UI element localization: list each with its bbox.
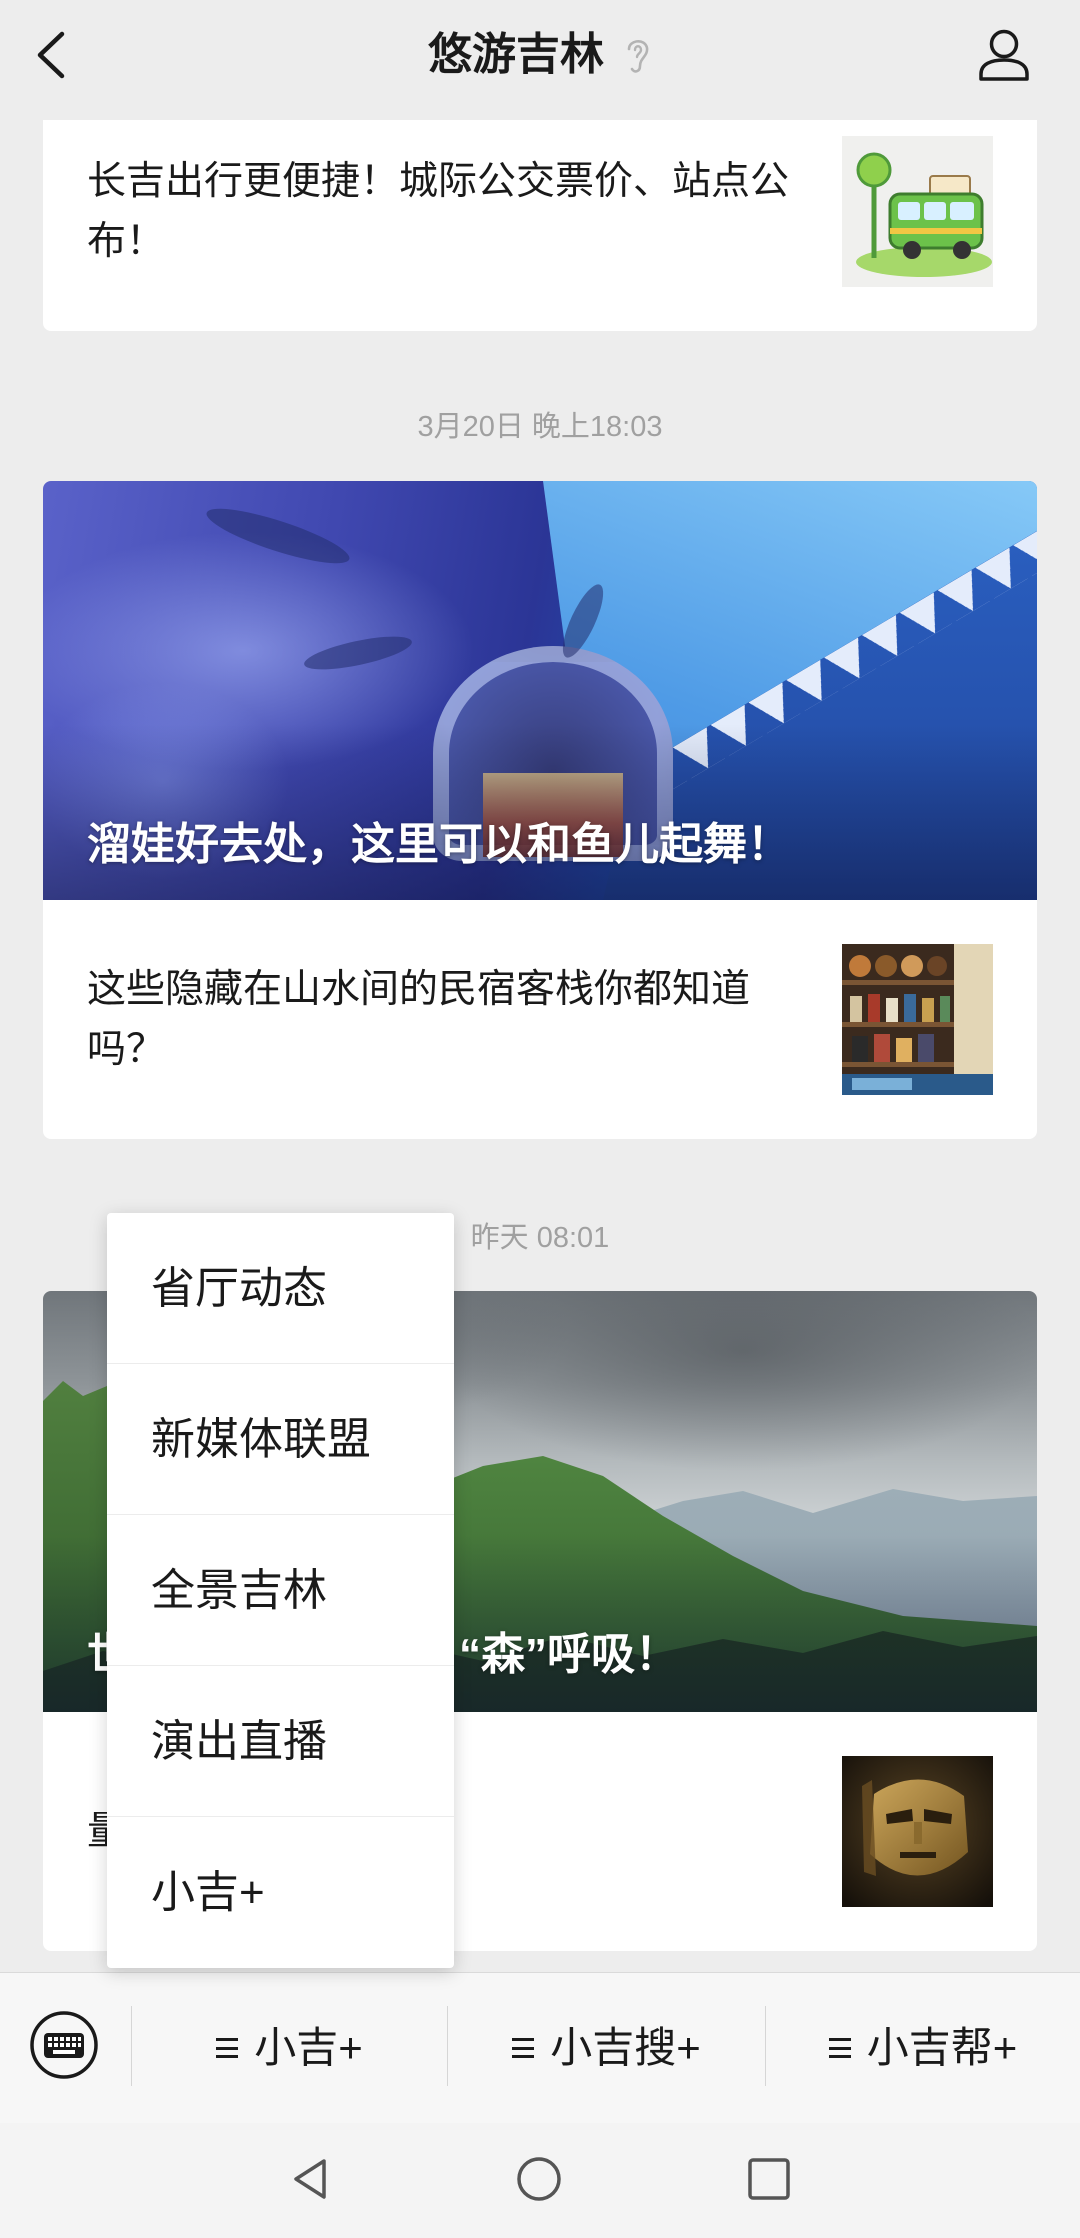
profile-button[interactable] bbox=[976, 27, 1032, 83]
menu-item-label: 小吉搜+ bbox=[550, 2024, 701, 2071]
cover-title: 溜娃好去处，这里可以和鱼儿起舞！ bbox=[87, 820, 791, 869]
submenu-item[interactable]: 新媒体联盟 bbox=[107, 1364, 454, 1515]
menu-item-xiaoji-help[interactable]: 小吉帮+ bbox=[766, 1973, 1080, 2123]
triangle-back-icon bbox=[294, 2159, 326, 2199]
square-recents-icon bbox=[748, 2158, 790, 2200]
submenu-item[interactable]: 小吉+ bbox=[107, 1817, 454, 1968]
bus-illustration bbox=[842, 136, 993, 287]
article-title: 长吉出行更便捷！城际公交票价、站点公布！ bbox=[87, 159, 790, 263]
menu-lines-icon bbox=[216, 2038, 239, 2058]
article-row[interactable]: 长吉出行更便捷！城际公交票价、站点公布！ bbox=[43, 92, 1037, 331]
cover-title-end: “森”呼吸！ bbox=[459, 1630, 679, 1679]
cover-article[interactable]: 溜娃好去处，这里可以和鱼儿起舞！ bbox=[43, 481, 1037, 900]
system-home-button[interactable] bbox=[516, 2156, 562, 2202]
message-timestamp: 3月20日 晚上18:03 bbox=[417, 411, 663, 443]
menu-lines-icon bbox=[828, 2038, 851, 2058]
menu-item-xiaoji-search[interactable]: 小吉搜+ bbox=[448, 1973, 765, 2123]
system-recents-button[interactable] bbox=[746, 2156, 792, 2202]
article-row[interactable]: 这些隐藏在山水间的民宿客栈你都知道吗？ bbox=[43, 900, 1037, 1139]
submenu-popup: 省厅动态 新媒体联盟 全景吉林 演出直播 小吉+ bbox=[107, 1213, 454, 1968]
circle-home-icon bbox=[517, 2157, 561, 2201]
menu-item-label: 小吉帮+ bbox=[866, 2024, 1018, 2071]
article-title: 这些隐藏在山水间的民宿客栈你都知道吗？ bbox=[87, 967, 751, 1071]
menu-item-label: 小吉+ bbox=[254, 2024, 363, 2071]
article-thumbnail bbox=[842, 1756, 993, 1907]
account-menu-bar: 小吉+ 小吉搜+ 小吉帮+ bbox=[0, 1972, 1080, 2123]
submenu-item[interactable]: 演出直播 bbox=[107, 1666, 454, 1817]
shop-shelves-picture bbox=[842, 944, 993, 1095]
menu-item-xiaoji[interactable]: 小吉+ bbox=[132, 1973, 447, 2123]
article-thumbnail bbox=[842, 136, 993, 287]
article-thumbnail bbox=[842, 944, 993, 1095]
article-card[interactable]: 长吉出行更便捷！城际公交票价、站点公布！ bbox=[43, 92, 1037, 331]
ear-icon bbox=[627, 40, 649, 73]
submenu-item[interactable]: 全景吉林 bbox=[107, 1515, 454, 1666]
page-title: 悠游吉林 bbox=[428, 30, 604, 79]
bronze-mask-picture bbox=[842, 1756, 993, 1907]
keyboard-toggle-button[interactable] bbox=[29, 2010, 99, 2080]
article-card[interactable]: 溜娃好去处，这里可以和鱼儿起舞！ 这些隐藏在山水间的民宿客栈你都知道吗？ bbox=[43, 481, 1037, 1139]
top-nav-bar: 悠游吉林 bbox=[0, 0, 1080, 120]
person-icon bbox=[979, 29, 1029, 81]
keyboard-icon bbox=[30, 2011, 98, 2079]
title-group: 悠游吉林 bbox=[0, 0, 1080, 110]
system-navigation-bar bbox=[0, 2123, 1080, 2238]
menu-lines-icon bbox=[512, 2038, 535, 2058]
submenu-item[interactable]: 省厅动态 bbox=[107, 1213, 454, 1364]
system-back-button[interactable] bbox=[288, 2156, 334, 2202]
